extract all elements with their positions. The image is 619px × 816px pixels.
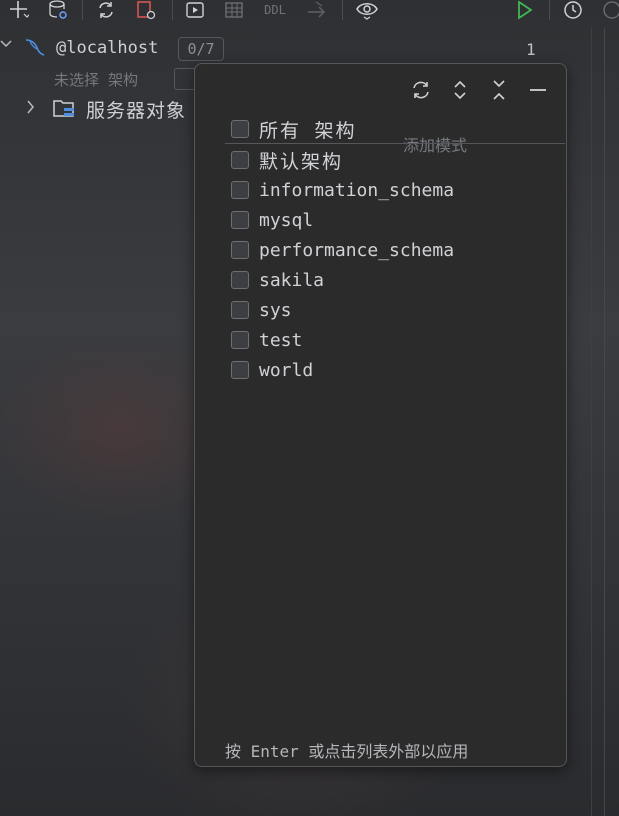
editor-gutter-divider [591, 28, 592, 816]
schema-checkbox[interactable] [231, 271, 249, 289]
list-divider [225, 143, 565, 144]
schema-item[interactable]: 默认架构 [231, 147, 343, 173]
refresh-icon[interactable] [94, 0, 118, 20]
schema-item[interactable]: sakila [231, 267, 324, 293]
database-settings-icon[interactable] [46, 0, 70, 20]
table-icon[interactable] [222, 0, 246, 20]
line-number: 1 [526, 40, 536, 59]
schema-label: world [259, 359, 314, 381]
schema-label: performance_schema [259, 239, 455, 261]
apply-hint: 按 Enter 或点击列表外部以应用 [225, 742, 469, 761]
disconnect-icon[interactable] [134, 0, 158, 20]
schema-item[interactable]: information_schema [231, 177, 454, 203]
schema-item[interactable]: performance_schema [231, 237, 454, 263]
chevron-down-icon[interactable] [0, 37, 12, 54]
schema-label: sakila [259, 269, 325, 291]
schema-label: test [259, 329, 303, 351]
profile-icon[interactable] [598, 0, 619, 20]
toolbar: DDL [0, 0, 619, 22]
mysql-icon [24, 37, 48, 61]
schema-checkbox[interactable] [231, 241, 249, 259]
collapse-all-icon[interactable] [487, 78, 511, 102]
editor-margin-line [604, 28, 605, 816]
toolbar-separator [549, 0, 550, 20]
schema-selector-label[interactable]: 未选择 架构 [54, 69, 138, 90]
run-icon[interactable] [512, 0, 536, 20]
schema-item[interactable]: test [231, 327, 302, 353]
schema-item[interactable]: world [231, 357, 313, 383]
expand-all-icon[interactable] [448, 78, 472, 102]
history-icon[interactable] [561, 0, 585, 20]
schema-selection-popup: 所有 架构 添加模式 默认架构 information_schema mysql… [194, 63, 567, 767]
schema-label: sys [259, 299, 292, 321]
select-all-row[interactable]: 所有 架构 [231, 116, 356, 142]
select-all-label: 所有 架构 [259, 119, 357, 142]
ddl-button[interactable]: DDL [258, 0, 292, 20]
toolbar-separator [172, 0, 173, 20]
minimize-icon[interactable] [526, 78, 550, 102]
schema-label: mysql [259, 209, 314, 231]
host-label[interactable]: @localhost [56, 38, 158, 58]
view-icon[interactable] [353, 0, 381, 20]
add-mode-input[interactable]: 添加模式 [403, 132, 467, 156]
schema-item[interactable]: mysql [231, 207, 313, 233]
schema-checkbox[interactable] [231, 181, 249, 199]
schema-checkbox[interactable] [231, 301, 249, 319]
select-all-checkbox[interactable] [231, 120, 249, 138]
run-console-icon[interactable] [183, 0, 207, 20]
server-objects-folder-icon [52, 97, 78, 125]
schema-label: information_schema [259, 179, 455, 201]
chevron-right-icon[interactable] [26, 100, 36, 117]
schema-checkbox[interactable] [231, 151, 249, 169]
schema-checkbox[interactable] [231, 361, 249, 379]
host-badge[interactable]: 0/7 [178, 37, 224, 61]
refresh-icon[interactable] [409, 78, 433, 102]
schema-checkbox[interactable] [231, 211, 249, 229]
schema-label: 默认架构 [259, 150, 344, 173]
add-icon[interactable] [6, 0, 32, 20]
schema-item[interactable]: sys [231, 297, 292, 323]
toolbar-separator [82, 0, 83, 20]
toolbar-separator [342, 0, 343, 20]
schema-checkbox[interactable] [231, 331, 249, 349]
server-objects-label[interactable]: 服务器对象 [86, 96, 186, 123]
jump-icon[interactable] [304, 0, 330, 20]
